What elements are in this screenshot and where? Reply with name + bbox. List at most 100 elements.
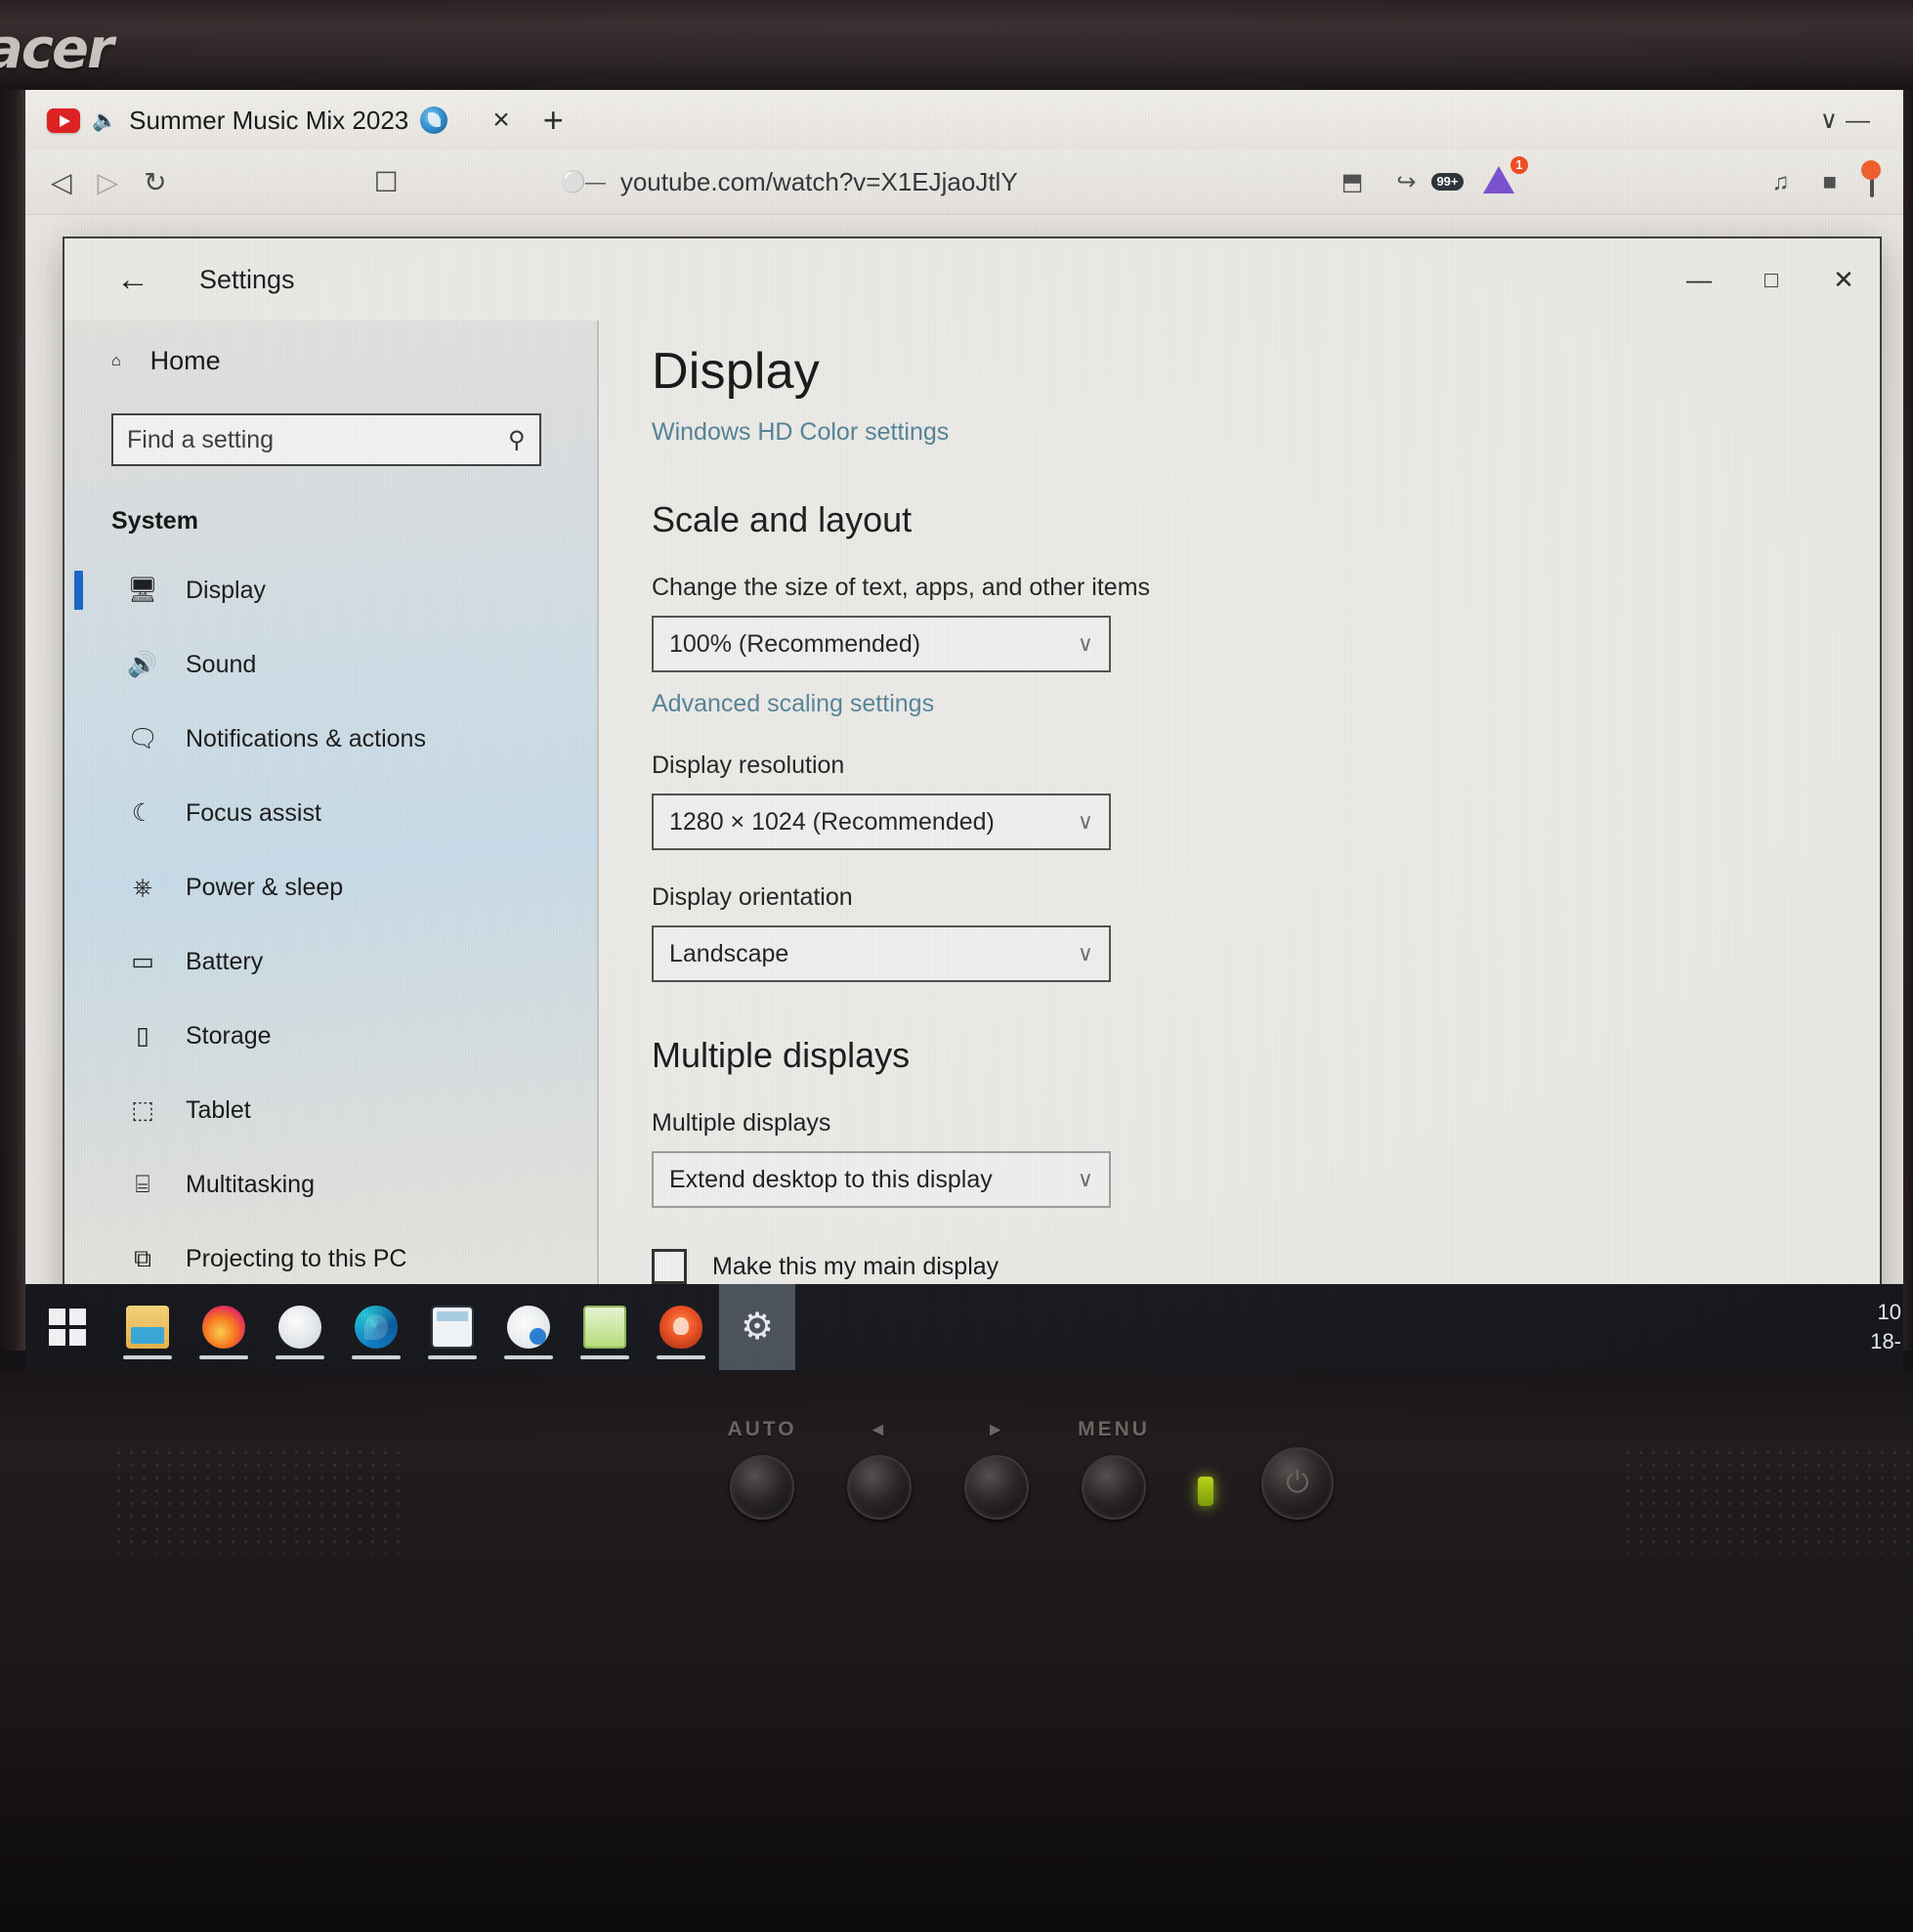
sidebar-item-notifications[interactable]: 🗨 Notifications & actions — [64, 702, 597, 776]
close-tab-button[interactable]: × — [492, 106, 510, 135]
browser-toolbar: ◁ ▷ ↻ ☐ ⚪— youtube.com/watch?v=X1EJjaoJt… — [25, 150, 1903, 215]
url-text: youtube.com/watch?v=X1EJjaoJtlY — [619, 167, 1018, 196]
browser-tab[interactable]: 🔈 Summer Music Mix 2023 — [35, 95, 459, 146]
start-button[interactable] — [25, 1284, 109, 1370]
notification-bubble-icon: 🗨 — [127, 724, 158, 752]
brave-rewards-icon[interactable]: 1 — [1482, 156, 1528, 198]
monitor-power-button[interactable] — [1239, 1434, 1356, 1520]
monitor-left-button[interactable]: ◂ — [821, 1417, 938, 1520]
chevron-down-icon: ∨ — [1077, 809, 1093, 834]
multiple-displays-heading: Multiple displays — [652, 1035, 911, 1075]
power-knob[interactable] — [1261, 1447, 1334, 1520]
taskbar-firefox[interactable] — [186, 1284, 262, 1370]
taskbar-app-white[interactable] — [262, 1284, 338, 1370]
search-input-wrapper[interactable]: ⚲ — [111, 413, 541, 466]
tab-title: Summer Music Mix 2023 — [129, 105, 409, 135]
taskbar-clock[interactable]: 10 18- — [1870, 1298, 1903, 1355]
close-button[interactable]: ✕ — [1807, 267, 1880, 292]
search-icon[interactable]: ⚲ — [508, 426, 526, 454]
music-icon[interactable]: ♫ — [1772, 170, 1790, 194]
sidebar-item-focus-assist[interactable]: ☾ Focus assist — [64, 776, 597, 850]
monitor-menu-button[interactable]: MENU — [1055, 1418, 1172, 1520]
orientation-value: Landscape — [669, 939, 789, 967]
sidebar-item-tablet[interactable]: ⬚ Tablet — [64, 1073, 597, 1147]
projecting-icon: ⧉ — [134, 1244, 151, 1272]
running-indicator — [428, 1355, 477, 1359]
taskbar-settings[interactable]: ⚙ — [719, 1284, 795, 1370]
forward-icon[interactable]: ▷ — [98, 168, 119, 196]
reload-icon[interactable]: ↻ — [144, 168, 166, 196]
taskbar-file-explorer[interactable] — [109, 1284, 186, 1370]
sidebar-item-label: Projecting to this PC — [186, 1244, 407, 1272]
sidebar-item-storage[interactable]: ▯ Storage — [64, 999, 597, 1073]
monitor-bottom-bezel: AUTO ◂ ▸ MENU — [0, 1370, 1913, 1932]
multiple-displays-dropdown[interactable]: Extend desktop to this display ∨ — [652, 1151, 1111, 1208]
advanced-scaling-settings-link[interactable]: Advanced scaling settings — [652, 690, 934, 718]
button-knob[interactable] — [730, 1455, 794, 1520]
multiple-displays-label: Multiple displays — [652, 1109, 831, 1137]
main-display-checkbox[interactable] — [652, 1249, 687, 1284]
back-arrow-icon[interactable]: ← — [109, 263, 156, 296]
scale-dropdown[interactable]: 100% (Recommended) ∨ — [652, 616, 1111, 672]
search-input[interactable] — [127, 425, 509, 454]
sidebar-item-label: Display — [186, 576, 266, 604]
speaker-icon[interactable]: 🔈 — [92, 110, 117, 131]
running-indicator — [276, 1355, 324, 1359]
browser-minimize-button[interactable]: — — [1846, 107, 1903, 135]
sidebar-icon[interactable]: ■ — [1823, 170, 1838, 194]
power-led-indicator — [1198, 1477, 1213, 1506]
minimize-button[interactable]: — — [1663, 267, 1735, 292]
chevron-down-icon[interactable]: ∨ — [1820, 106, 1846, 135]
taskbar-calculator[interactable] — [414, 1284, 490, 1370]
tablet-icon: ⬚ — [131, 1095, 154, 1124]
shields-badge: 99+ — [1431, 172, 1464, 191]
power-icon: ⎈ — [132, 873, 152, 901]
sidebar-item-home[interactable]: ⌂ Home — [64, 321, 597, 376]
sidebar-item-power-sleep[interactable]: ⎈ Power & sleep — [64, 850, 597, 924]
maximize-button[interactable]: □ — [1735, 268, 1807, 291]
running-indicator — [580, 1355, 629, 1359]
settings-content: Display Windows HD Color settings Scale … — [599, 321, 1880, 1368]
address-bar[interactable]: ⚪— youtube.com/watch?v=X1EJjaoJtlY — [561, 167, 1018, 197]
orientation-label: Display orientation — [652, 883, 853, 911]
new-tab-button[interactable]: + — [543, 103, 564, 138]
sidebar-item-label: Power & sleep — [186, 873, 344, 901]
taskbar-microsoft-edge[interactable] — [338, 1284, 414, 1370]
monitor-icon: 🖥 — [127, 576, 158, 604]
taskbar-brave[interactable] — [643, 1284, 719, 1370]
monitor-right-button[interactable]: ▸ — [938, 1417, 1055, 1520]
sidebar-item-display[interactable]: 🖥 Display — [64, 553, 597, 627]
firefox-icon — [202, 1306, 245, 1349]
taskbar-paint[interactable] — [490, 1284, 567, 1370]
share-icon[interactable]: ↪ — [1396, 170, 1416, 194]
gear-icon: ⚙ — [740, 1307, 775, 1348]
sidebar-item-sound[interactable]: 🔊 Sound — [64, 627, 597, 702]
multitasking-icon: ⌸ — [135, 1170, 150, 1198]
moon-icon: ☾ — [131, 798, 154, 827]
main-display-checkbox-row[interactable]: Make this my main display — [652, 1249, 1880, 1284]
hd-color-settings-link[interactable]: Windows HD Color settings — [652, 418, 949, 447]
sidebar-item-label: Sound — [186, 650, 257, 678]
sidebar-item-multitasking[interactable]: ⌸ Multitasking — [64, 1147, 597, 1222]
brave-menu-icon[interactable] — [1870, 166, 1874, 197]
sidebar-item-label: Notifications & actions — [186, 724, 426, 752]
paint-icon — [507, 1306, 550, 1349]
button-knob[interactable] — [1082, 1455, 1146, 1520]
back-icon[interactable]: ◁ — [51, 168, 72, 196]
resolution-dropdown[interactable]: 1280 × 1024 (Recommended) ∨ — [652, 794, 1111, 850]
bookmark-icon[interactable]: ☐ — [374, 168, 399, 196]
site-permissions-icon[interactable]: ⚪— — [561, 171, 606, 194]
button-knob[interactable] — [964, 1455, 1029, 1520]
brave-lion-icon — [659, 1306, 702, 1349]
multiple-displays-value: Extend desktop to this display — [669, 1165, 993, 1193]
scale-and-layout-heading: Scale and layout — [652, 499, 913, 539]
orientation-dropdown[interactable]: Landscape ∨ — [652, 925, 1111, 982]
monitor-auto-button[interactable]: AUTO — [703, 1418, 821, 1520]
sidebar-item-battery[interactable]: ▭ Battery — [64, 924, 597, 999]
page-title: Settings — [199, 264, 295, 294]
resolution-label: Display resolution — [652, 751, 845, 779]
button-knob[interactable] — [847, 1455, 912, 1520]
taskbar-notes[interactable] — [567, 1284, 643, 1370]
cast-icon[interactable]: ⬒ — [1341, 170, 1364, 194]
monitor-left-bezel — [0, 90, 25, 1351]
